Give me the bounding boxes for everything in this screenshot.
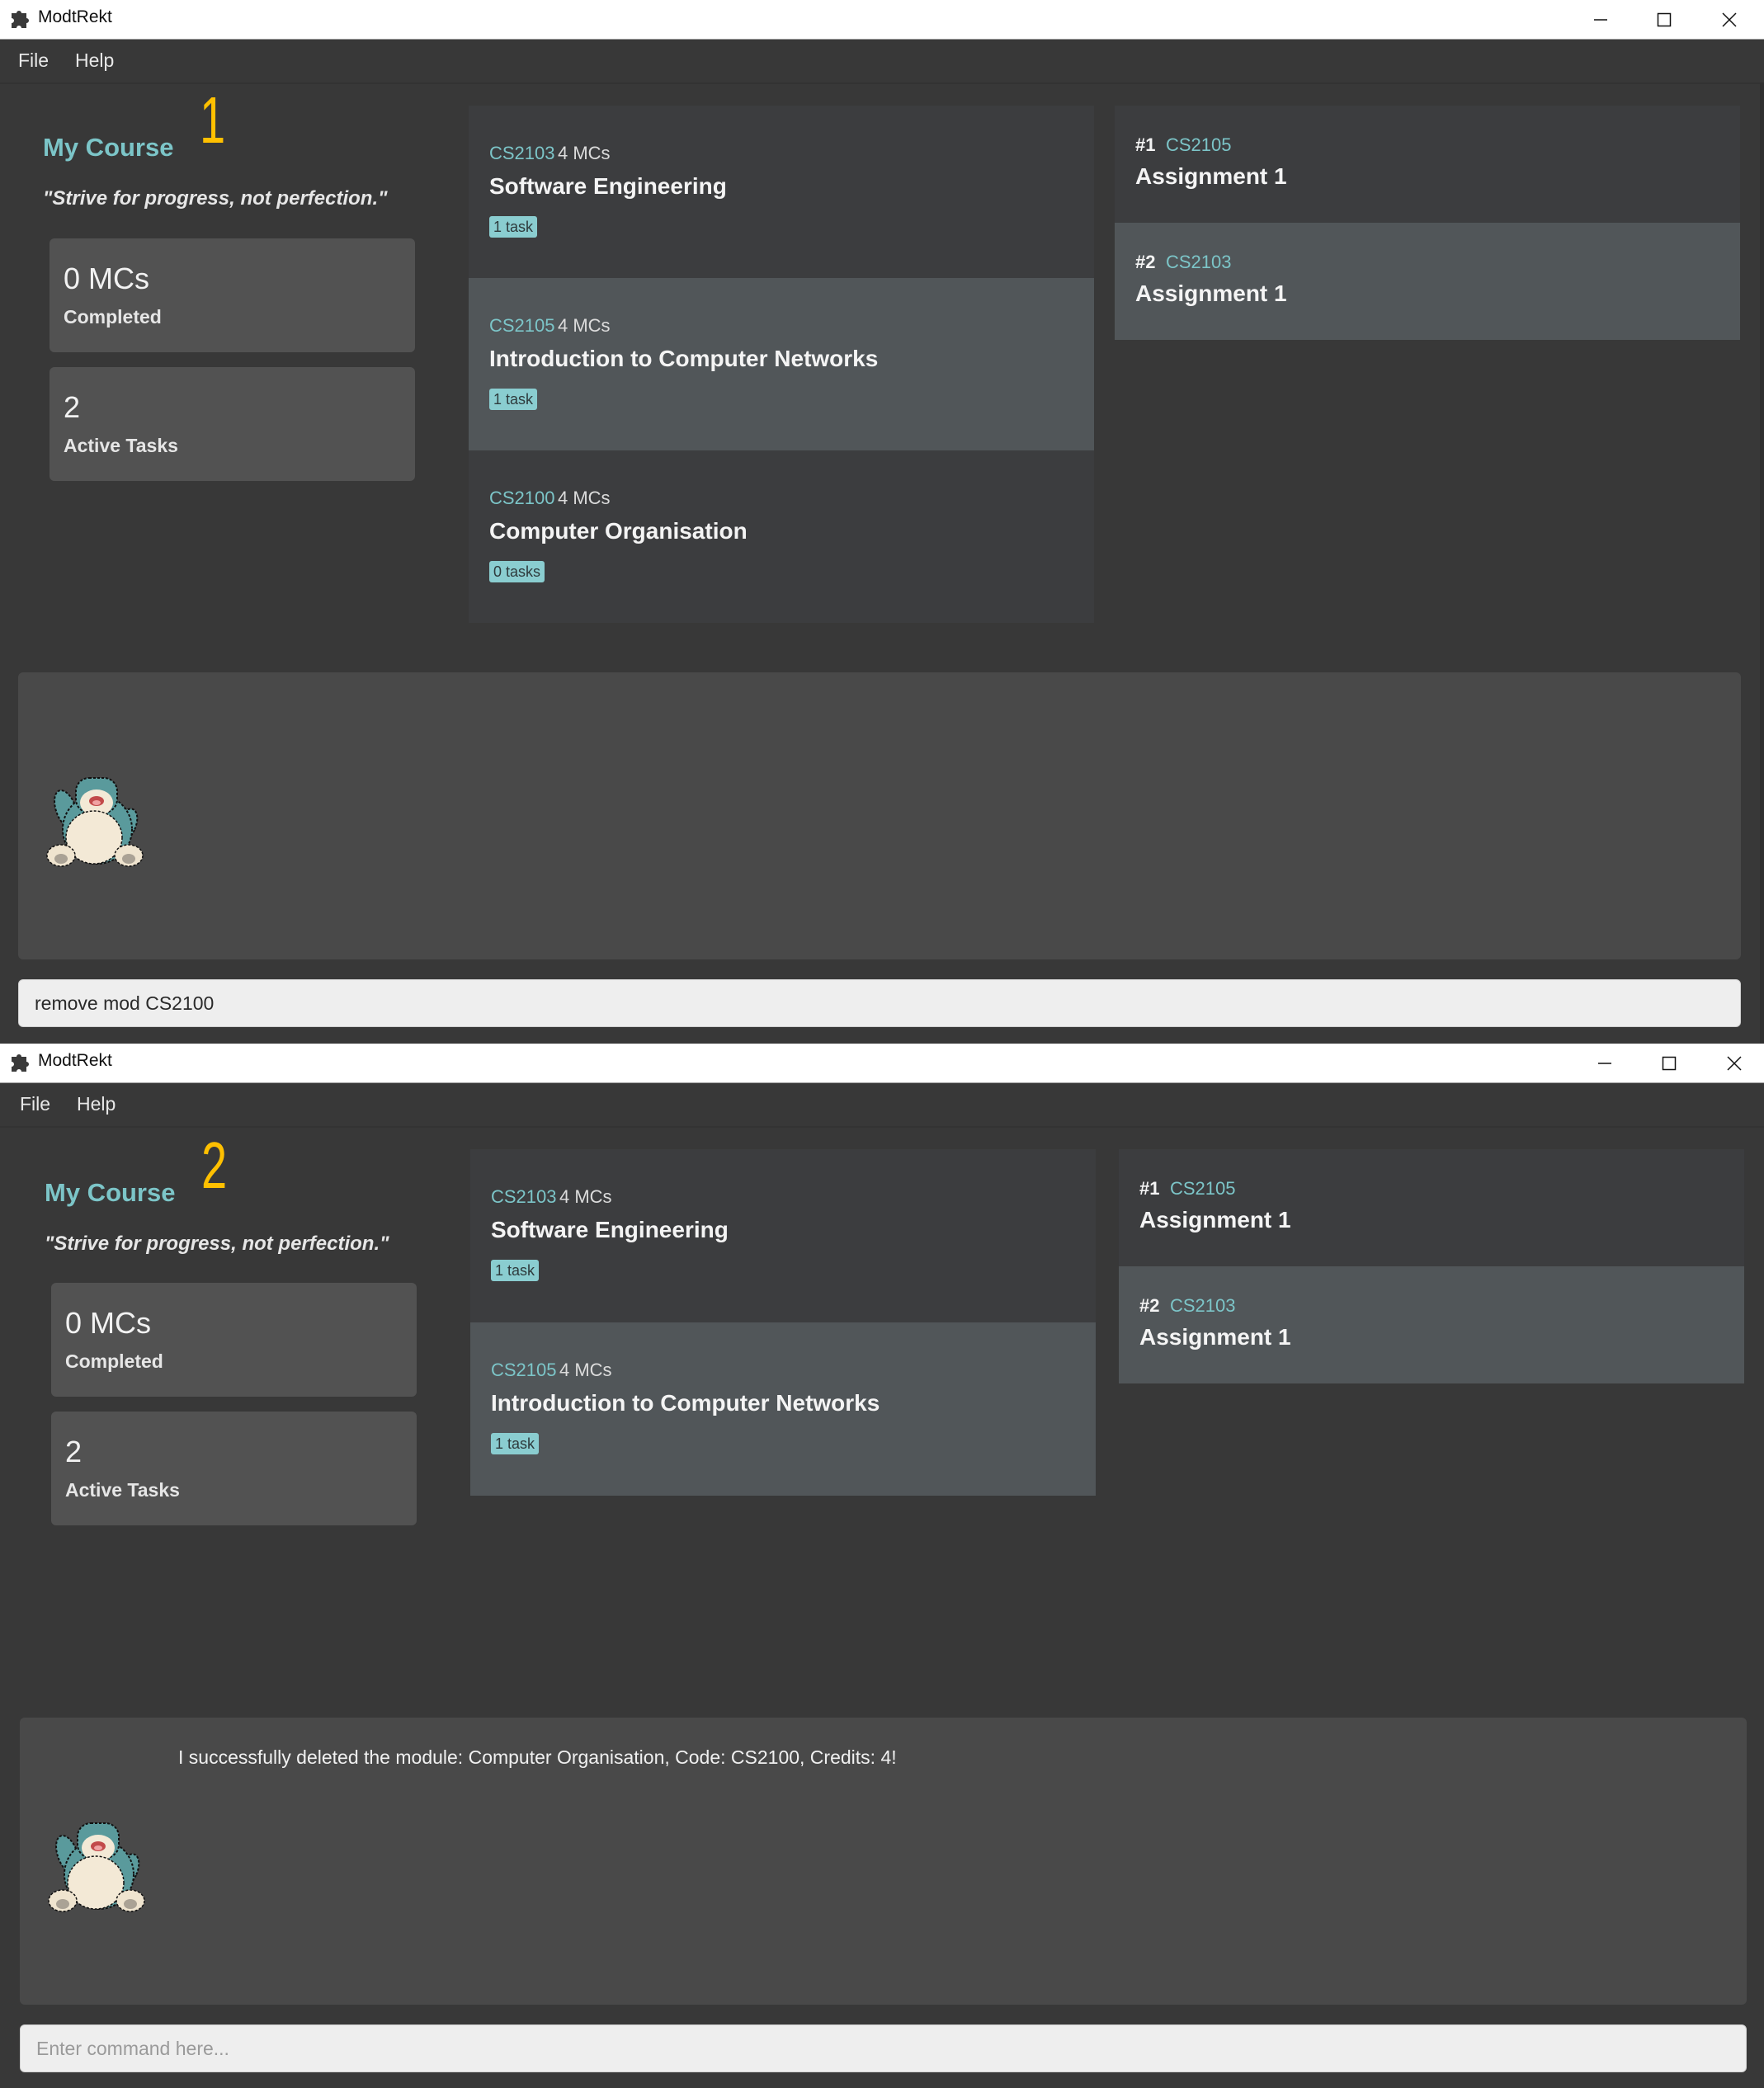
task-name: Assignment 1 [1135, 163, 1287, 189]
motivational-quote: "Strive for progress, not perfection." [43, 187, 388, 210]
task-index: #1 [1135, 134, 1156, 155]
stat-value: 0 MCs [65, 1306, 152, 1340]
command-input[interactable] [19, 980, 1740, 1026]
module-list: CS2103 4 MCs Software Engineering 1 task… [469, 106, 1094, 623]
task-row[interactable]: #1 CS2105 Assignment 1 [1115, 106, 1740, 223]
stat-value: 2 [64, 390, 81, 424]
stat-value: 0 MCs [64, 262, 150, 295]
title-bar: ModtRekt [0, 0, 1764, 40]
task-module-code: CS2103 [1170, 1295, 1236, 1316]
task-module-code: CS2105 [1170, 1178, 1236, 1199]
step-label: 2 [201, 1129, 228, 1202]
module-code: CS2103 [491, 1186, 557, 1207]
task-count-badge: 1 task [489, 216, 538, 238]
menu-bar: File Help [0, 40, 1764, 84]
menu-file[interactable]: File [20, 1093, 50, 1115]
task-count-badge: 1 task [491, 1433, 540, 1454]
command-input[interactable] [21, 2025, 1746, 2072]
menu-help[interactable]: Help [77, 1093, 116, 1115]
module-credits: 4 MCs [558, 488, 611, 508]
puzzle-piece-icon [12, 1054, 29, 1072]
module-code: CS2103 [489, 143, 555, 163]
close-button[interactable] [1700, 0, 1758, 39]
task-row[interactable]: #2 CS2103 Assignment 1 [1115, 223, 1740, 340]
snorlax-mascot [46, 777, 144, 867]
stat-card-active-tasks: 2 Active Tasks [50, 367, 415, 481]
task-count-badge: 0 tasks [489, 561, 545, 582]
module-code: CS2105 [489, 315, 555, 336]
close-button[interactable] [1705, 1044, 1763, 1082]
task-index: #2 [1139, 1295, 1160, 1316]
module-row[interactable]: CS2103 4 MCs Software Engineering 1 task [470, 1149, 1096, 1322]
module-row[interactable]: CS2105 4 MCs Introduction to Computer Ne… [470, 1322, 1096, 1496]
module-name: Introduction to Computer Networks [489, 346, 879, 371]
menu-file[interactable]: File [18, 49, 49, 72]
module-row[interactable]: CS2105 4 MCs Introduction to Computer Ne… [469, 278, 1094, 450]
maximize-button[interactable] [1640, 1044, 1698, 1082]
module-name: Software Engineering [489, 173, 727, 199]
task-list: #1 CS2105 Assignment 1 #2 CS2103 Assignm… [1119, 1149, 1744, 1383]
task-row[interactable]: #1 CS2105 Assignment 1 [1119, 1149, 1744, 1266]
stat-card-mcs-completed: 0 MCs Completed [50, 238, 415, 352]
module-credits: 4 MCs [558, 143, 611, 163]
stat-label: Completed [64, 306, 162, 328]
module-credits: 4 MCs [558, 315, 611, 336]
minimize-button[interactable] [1572, 0, 1630, 39]
menu-bar: File Help [0, 1083, 1764, 1128]
close-icon [1722, 12, 1737, 27]
app-window-step-2: ModtRekt File Help 2 My Course "Strive f… [0, 1044, 1764, 2088]
module-code: CS2105 [491, 1360, 557, 1380]
task-count-badge: 1 task [489, 389, 538, 410]
course-title: My Course [43, 133, 174, 162]
app-window-step-1: ModtRekt File Help 1 My Course "Strive f… [0, 0, 1764, 1044]
stat-card-mcs-completed: 0 MCs Completed [51, 1283, 417, 1397]
module-row[interactable]: CS2100 4 MCs Computer Organisation 0 tas… [469, 450, 1094, 623]
puzzle-piece-icon [12, 11, 29, 28]
command-box [20, 2024, 1747, 2072]
module-name: Software Engineering [491, 1217, 729, 1242]
module-code: CS2100 [489, 488, 555, 508]
task-count-badge: 1 task [491, 1260, 540, 1281]
maximize-button[interactable] [1635, 0, 1693, 39]
task-name: Assignment 1 [1135, 280, 1287, 306]
module-row[interactable]: CS2103 4 MCs Software Engineering 1 task [469, 106, 1094, 278]
stat-label: Active Tasks [65, 1479, 180, 1501]
module-credits: 4 MCs [559, 1186, 612, 1207]
task-index: #1 [1139, 1178, 1160, 1199]
window-title: ModtRekt [38, 7, 112, 26]
minimize-icon [1594, 18, 1607, 21]
task-list: #1 CS2105 Assignment 1 #2 CS2103 Assignm… [1115, 106, 1740, 340]
command-box [18, 979, 1741, 1027]
task-name: Assignment 1 [1139, 1207, 1291, 1233]
module-list: CS2103 4 MCs Software Engineering 1 task… [470, 1149, 1096, 1496]
module-credits: 4 MCs [559, 1360, 612, 1380]
menu-help[interactable]: Help [75, 49, 114, 72]
minimize-button[interactable] [1576, 1044, 1634, 1082]
stat-value: 2 [65, 1435, 83, 1468]
result-display [18, 672, 1741, 959]
title-bar: ModtRekt [0, 1044, 1764, 1083]
task-name: Assignment 1 [1139, 1324, 1291, 1350]
close-icon [1727, 1055, 1742, 1071]
stat-card-active-tasks: 2 Active Tasks [51, 1412, 417, 1525]
result-message: I successfully deleted the module: Compu… [178, 1746, 897, 1768]
step-label: 1 [200, 83, 226, 157]
maximize-icon [1662, 1056, 1677, 1070]
task-module-code: CS2103 [1166, 252, 1232, 272]
window-title: ModtRekt [38, 1051, 112, 1070]
task-index: #2 [1135, 252, 1156, 272]
stat-label: Completed [65, 1350, 163, 1372]
snorlax-mascot [48, 1822, 145, 1912]
result-display: I successfully deleted the module: Compu… [20, 1718, 1747, 2005]
task-module-code: CS2105 [1166, 134, 1232, 155]
task-row[interactable]: #2 CS2103 Assignment 1 [1119, 1266, 1744, 1383]
course-title: My Course [45, 1178, 176, 1207]
maximize-icon [1657, 12, 1672, 26]
minimize-icon [1598, 1062, 1611, 1064]
module-name: Introduction to Computer Networks [491, 1390, 880, 1416]
motivational-quote: "Strive for progress, not perfection." [45, 1233, 389, 1255]
module-name: Computer Organisation [489, 518, 748, 544]
window-edge [1760, 82, 1764, 1044]
stat-label: Active Tasks [64, 435, 178, 456]
